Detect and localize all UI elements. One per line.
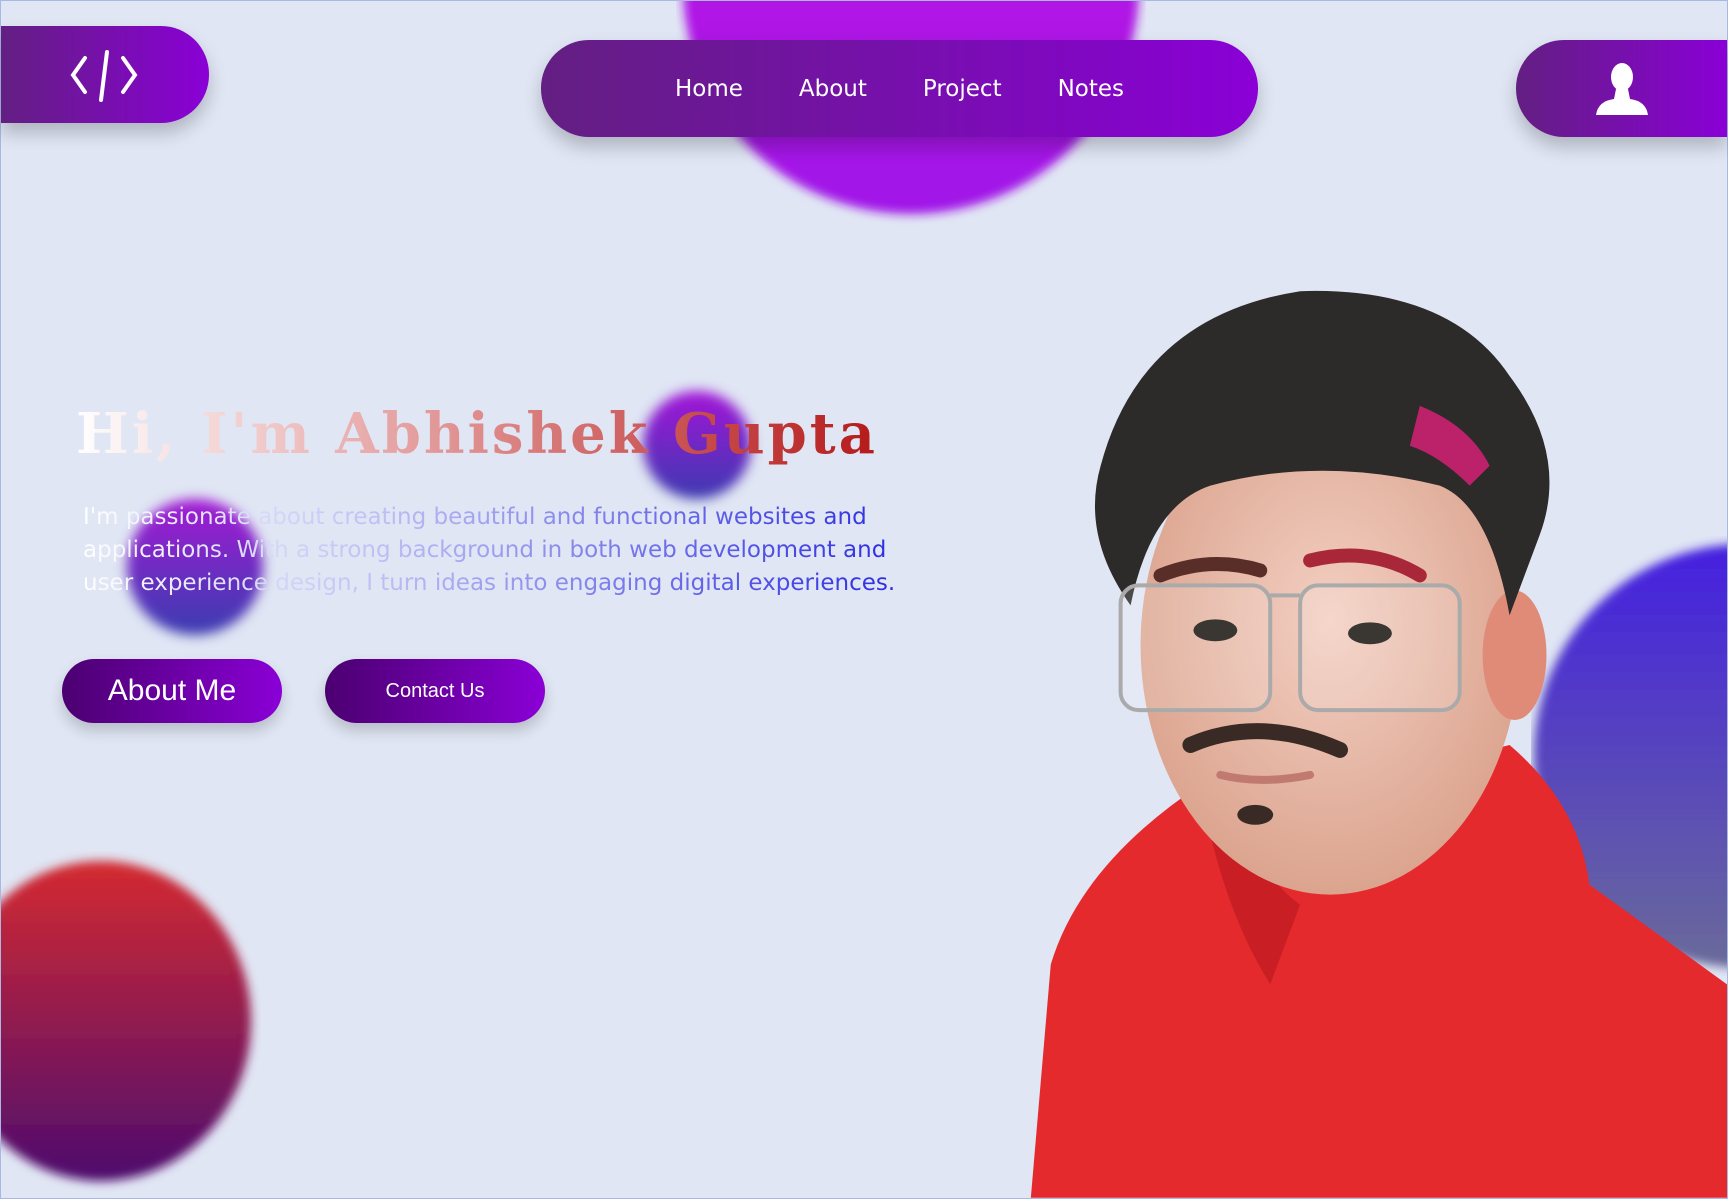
nav-project[interactable]: Project bbox=[923, 76, 1002, 102]
main-nav: Home About Project Notes bbox=[541, 40, 1258, 137]
nav-notes[interactable]: Notes bbox=[1058, 76, 1124, 102]
contact-us-button[interactable]: Contact Us bbox=[325, 659, 545, 723]
hero-title: Hi, I'm Abhishek Gupta bbox=[76, 401, 878, 467]
user-icon bbox=[1595, 62, 1648, 115]
decorative-blob-bottom-left bbox=[1, 861, 251, 1181]
hero-description: I'm passionate about creating beautiful … bbox=[83, 501, 903, 600]
user-button[interactable] bbox=[1516, 40, 1727, 137]
profile-photo bbox=[1030, 290, 1727, 1198]
code-brackets-icon bbox=[70, 49, 138, 102]
about-me-button[interactable]: About Me bbox=[62, 659, 282, 723]
nav-home[interactable]: Home bbox=[675, 76, 743, 102]
logo-button[interactable] bbox=[1, 26, 209, 123]
nav-about[interactable]: About bbox=[799, 76, 867, 102]
